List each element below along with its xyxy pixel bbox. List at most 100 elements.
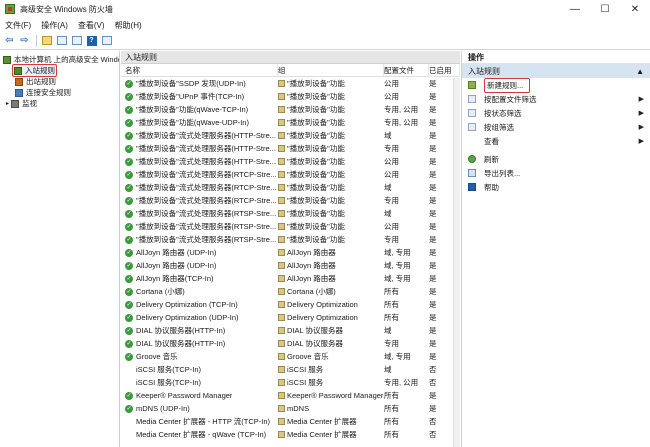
tree-item-label: 监视 <box>22 99 38 108</box>
vertical-scrollbar[interactable] <box>453 78 460 447</box>
table-row[interactable]: ✓ "播放到设备"流式处理服务器(HTTP-Stre... "播放到设备"功能 专用是 <box>121 142 460 155</box>
rule-group: "播放到设备"功能 <box>287 196 345 205</box>
enabled-check-icon: ✓ <box>125 248 133 257</box>
enabled-check-icon: ✓ <box>125 287 133 296</box>
enabled-check-icon: ✓ <box>125 222 133 231</box>
actions-section-header[interactable]: 入站规则 ▲ <box>462 64 650 78</box>
table-row[interactable]: ✓ "播放到设备"UPnP 事件(TCP-In) "播放到设备"功能 公用是 <box>121 90 460 103</box>
table-row[interactable]: ✓ "播放到设备"流式处理服务器(RTSP-Stre... "播放到设备"功能 公用是 <box>121 220 460 233</box>
table-row[interactable]: iSCSI 服务(TCP-In) iSCSI 服务域否 <box>121 363 460 376</box>
table-row[interactable]: ✓ "播放到设备"流式处理服务器(RTSP-Stre... "播放到设备"功能域是 <box>121 207 460 220</box>
table-row[interactable]: ✓ "播放到设备"流式处理服务器(RTCP-Stre... "播放到设备"功能 专用是 <box>121 194 460 207</box>
table-row[interactable]: ✓ DIAL 协议服务器(HTTP-In) DIAL 协议服务器域是 <box>121 324 460 337</box>
expand-arrow-icon[interactable]: ▸ <box>6 100 9 107</box>
action-item[interactable]: 按配置文件筛选 ▶ <box>462 92 650 106</box>
rule-name: Delivery Optimization (TCP-In) <box>136 300 238 309</box>
table-row[interactable]: iSCSI 服务(TCP-In) iSCSI 服务 专用, 公用否 <box>121 376 460 389</box>
up-folder-icon[interactable] <box>40 34 53 47</box>
rule-group: Groove 音乐 <box>287 352 329 361</box>
show-hide-tree-icon[interactable] <box>55 34 68 47</box>
rule-group: Delivery Optimization <box>287 313 358 322</box>
menu-view[interactable]: 查看(V) <box>73 20 110 31</box>
column-header-enabled[interactable]: 已启用 <box>429 63 460 77</box>
rule-profile: 专用, 公用 <box>384 378 419 387</box>
enabled-check-icon: ✓ <box>125 131 133 140</box>
group-icon <box>278 418 285 425</box>
firewall-icon <box>3 55 11 64</box>
properties-icon[interactable] <box>70 34 83 47</box>
table-row[interactable]: ✓ "播放到设备"流式处理服务器(RTCP-Stre... "播放到设备"功能域是 <box>121 181 460 194</box>
table-row[interactable]: ✓ Keeper® Password Manager Keeper® Passwor… <box>121 389 460 402</box>
enabled-check-icon: ✓ <box>125 300 133 309</box>
table-row[interactable]: ✓ AllJoyn 路由器(TCP-In) AllJoyn 路由器 域, 专用是 <box>121 272 460 285</box>
action-item[interactable]: 帮助 <box>462 180 650 194</box>
enabled-check-icon: ✓ <box>125 92 133 101</box>
show-action-pane-icon[interactable] <box>100 34 113 47</box>
tree-item-outbound-rules[interactable]: 出站规则 <box>0 76 119 87</box>
rule-group: iSCSI 服务 <box>287 378 324 387</box>
enabled-check-icon: ✓ <box>125 326 133 335</box>
table-row[interactable]: ✓ AllJoyn 路由器 (UDP-In) AllJoyn 路由器 域, 专用是 <box>121 259 460 272</box>
table-row[interactable]: ✓ "播放到设备"SSDP 发现(UDP-In) "播放到设备"功能 公用是 <box>121 77 460 90</box>
enabled-check-icon: ✓ <box>125 261 133 270</box>
table-row[interactable]: ✓ "播放到设备"流式处理服务器(RTSP-Stre... "播放到设备"功能 专用是 <box>121 233 460 246</box>
column-header-name[interactable]: 名称 <box>121 63 278 77</box>
action-item[interactable]: 刷新 <box>462 152 650 166</box>
group-icon <box>278 366 285 373</box>
enabled-check-icon: ✓ <box>125 404 133 413</box>
menu-help[interactable]: 帮助(H) <box>110 20 147 31</box>
back-icon[interactable]: ⇦ <box>3 34 16 47</box>
table-row[interactable]: ✓ mDNS (UDP-In) mDNS 所有是 <box>121 402 460 415</box>
table-row[interactable]: Media Center 扩展器 - HTTP 流(TCP-In) Media C… <box>121 415 460 428</box>
rule-profile: 专用, 公用 <box>384 105 419 114</box>
actions-title: 操作 <box>462 51 650 64</box>
menu-bar: 文件(F) 操作(A) 查看(V) 帮助(H) <box>0 18 650 32</box>
enabled-check-icon: ✓ <box>125 196 133 205</box>
action-item[interactable]: 按状态筛选 ▶ <box>462 106 650 120</box>
minimize-button[interactable]: — <box>560 0 590 18</box>
action-label: 按配置文件筛选 <box>484 94 537 104</box>
enabled-check-icon: ✓ <box>125 391 133 400</box>
submenu-arrow-icon: ▶ <box>638 124 644 131</box>
table-row[interactable]: ✓ Delivery Optimization (UDP-In) Delivery … <box>121 311 460 324</box>
collapse-icon[interactable]: ▲ <box>636 67 644 76</box>
table-row[interactable]: ✓ DIAL 协议服务器(HTTP-In) DIAL 协议服务器 专用是 <box>121 337 460 350</box>
rule-name: "播放到设备"流式处理服务器(RTSP-Stre... <box>136 235 277 244</box>
table-row[interactable]: ✓ "播放到设备"功能(qWave-TCP-In) "播放到设备"功能 专用, 公用是 <box>121 103 460 116</box>
rule-name: "播放到设备"UPnP 事件(TCP-In) <box>136 92 245 101</box>
group-icon <box>278 197 285 204</box>
column-header-group[interactable]: 组 <box>278 63 384 77</box>
action-item[interactable]: 导出列表... <box>462 166 650 180</box>
rule-profile: 域 <box>384 183 392 192</box>
menu-action[interactable]: 操作(A) <box>36 20 73 31</box>
table-row[interactable]: ✓ "播放到设备"功能(qWave-UDP-In) "播放到设备"功能 专用, 公用是 <box>121 116 460 129</box>
forward-icon[interactable]: ⇨ <box>18 34 31 47</box>
enabled-check-icon: ✓ <box>125 79 133 88</box>
rule-group: "播放到设备"功能 <box>287 144 345 153</box>
maximize-button[interactable]: ☐ <box>590 0 620 18</box>
action-item[interactable]: 按组筛选 ▶ <box>462 120 650 134</box>
tree-item-inbound-rules[interactable]: 入站规则 <box>0 64 119 77</box>
rule-name: "播放到设备"流式处理服务器(HTTP-Stre... <box>136 144 276 153</box>
rule-name: AllJoyn 路由器 (UDP-In) <box>136 248 217 257</box>
table-row[interactable]: ✓ "播放到设备"流式处理服务器(HTTP-Stre... "播放到设备"功能域是 <box>121 129 460 142</box>
menu-file[interactable]: 文件(F) <box>0 20 36 31</box>
tree-item-connection-security[interactable]: 连接安全规则 <box>0 87 119 98</box>
rule-group: "播放到设备"功能 <box>287 105 345 114</box>
table-row[interactable]: ✓ "播放到设备"流式处理服务器(HTTP-Stre... "播放到设备"功能 公用是 <box>121 155 460 168</box>
action-item[interactable]: 查看 ▶ <box>462 134 650 148</box>
table-row[interactable]: Media Center 扩展器 - qWave (TCP-In) Media C… <box>121 428 460 441</box>
group-icon <box>278 327 285 334</box>
tree-item-monitoring[interactable]: ▸ 监视 <box>0 98 119 109</box>
table-row[interactable]: ✓ Cortana (小娜) Cortana (小娜) 所有是 <box>121 285 460 298</box>
rule-group: "播放到设备"功能 <box>287 235 345 244</box>
enabled-check-icon: ✓ <box>125 235 133 244</box>
close-button[interactable]: ✕ <box>620 0 650 18</box>
action-item[interactable]: 新建规则... <box>462 77 650 93</box>
table-row[interactable]: ✓ AllJoyn 路由器 (UDP-In) AllJoyn 路由器 域, 专用是 <box>121 246 460 259</box>
table-row[interactable]: ✓ Groove 音乐 Groove 音乐 域, 专用是 <box>121 350 460 363</box>
column-header-profile[interactable]: 配置文件 <box>384 63 429 77</box>
help-icon[interactable]: ? <box>85 34 98 47</box>
table-row[interactable]: ✓ "播放到设备"流式处理服务器(RTCP-Stre... "播放到设备"功能 公用是 <box>121 168 460 181</box>
table-row[interactable]: ✓ Delivery Optimization (TCP-In) Delivery … <box>121 298 460 311</box>
